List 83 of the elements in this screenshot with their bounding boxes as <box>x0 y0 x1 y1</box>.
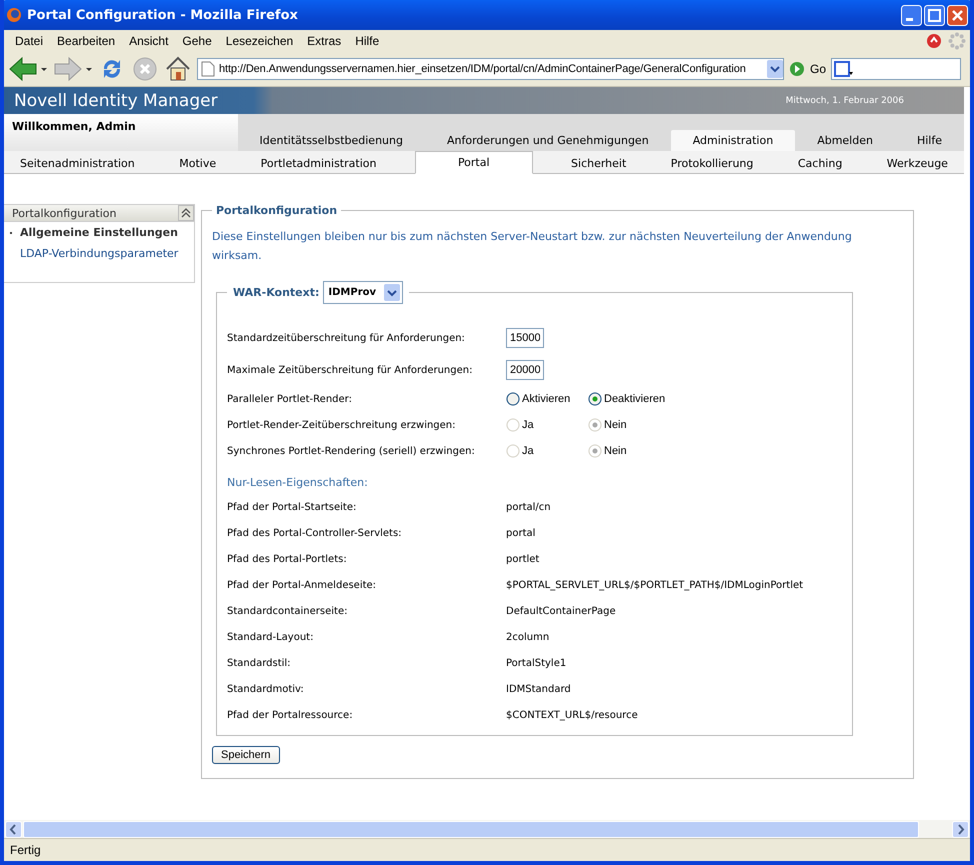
radio-label: Ja <box>522 419 534 431</box>
text-input[interactable]: 20000 <box>506 360 544 380</box>
go-button[interactable]: Go <box>810 62 826 76</box>
back-arrow-icon[interactable] <box>8 55 48 83</box>
menu-item[interactable]: Bearbeiten <box>50 34 122 48</box>
menu-item[interactable]: Lesezeichen <box>218 34 300 48</box>
sidebar-link[interactable]: Allgemeine Einstellungen <box>4 222 194 243</box>
home-icon[interactable] <box>164 55 192 83</box>
radio-button[interactable] <box>588 392 602 406</box>
property-label: Pfad des Portal-Portlets: <box>227 553 348 567</box>
property-label: Pfad des Portal-Controller-Servlets: <box>227 527 403 541</box>
property-label: Standard-Layout: <box>227 631 314 645</box>
property-value: DefaultContainerPage <box>506 605 617 619</box>
sub-tab[interactable]: Protokollierung <box>664 154 760 173</box>
minimize-button[interactable] <box>901 4 922 26</box>
text-input[interactable]: 15000 <box>506 328 544 348</box>
nav-tab[interactable]: Administration <box>670 130 796 151</box>
field-label: Maximale Zeitüberschreitung für Anforderungen: <box>227 364 474 376</box>
date-label: Mittwoch, 1. Februar 2006 <box>786 96 904 106</box>
field-label: Synchrones Portlet-Rendering (seriell) erzwingen: <box>227 446 476 456</box>
property-value: portal <box>506 527 536 541</box>
product-title: Novell Identity Manager <box>14 90 218 110</box>
property-value: $PORTAL_SERVLET_URL$/$PORTLET_PATH$/IDMLoginPortlet <box>506 579 804 593</box>
property-label: Standardstil: <box>227 657 292 671</box>
sub-tab[interactable]: Portletadministration <box>254 154 382 173</box>
property-value: portlet <box>506 553 540 567</box>
scroll-left-button[interactable] <box>5 820 22 838</box>
sidebar-title: Portalkonfiguration <box>12 206 116 220</box>
menu-item[interactable]: Extras <box>300 34 348 48</box>
collapse-icon[interactable] <box>178 205 194 221</box>
go-icon[interactable] <box>789 61 805 77</box>
section-heading: Nur-Lesen-Eigenschaften: <box>227 476 369 489</box>
address-field[interactable]: http://Den.Anwendungsservernamen.hier_einsetzen/IDM/portal/cn/AdminContainerPage/GeneralConfiguration <box>197 58 784 80</box>
property-value: portal/cn <box>506 501 552 515</box>
scroll-right-button[interactable] <box>952 820 969 838</box>
welcome-text: Willkommen, Admin <box>11 119 137 135</box>
property-value: $CONTEXT_URL$/resource <box>506 709 639 723</box>
radio-button[interactable] <box>506 392 520 406</box>
sub-tab[interactable]: Caching <box>792 154 848 173</box>
property-value: PortalStyle1 <box>506 657 568 671</box>
menu-item[interactable]: Datei <box>8 34 50 48</box>
context-select[interactable]: IDMProv <box>323 281 404 304</box>
alert-icon <box>926 33 942 49</box>
scrollbar-thumb[interactable] <box>23 820 919 838</box>
radio-label: Deaktivieren <box>604 393 666 405</box>
property-label: Pfad der Portal-Startseite: <box>227 501 358 515</box>
context-label: WAR-Kontext: <box>233 286 320 299</box>
save-button[interactable]: Speichern <box>212 746 280 764</box>
window-title: Portal Configuration - Mozilla Firefox <box>27 8 299 22</box>
field-label: Standardzeitüberschreitung für Anforderungen: <box>227 332 466 344</box>
sub-tab[interactable]: Portal <box>414 151 533 174</box>
close-button[interactable] <box>947 4 968 26</box>
radio-label: Nein <box>604 419 627 431</box>
radio-label: Nein <box>604 445 627 457</box>
field-label: Portlet-Render-Zeitüberschreitung erzwingen: <box>227 420 457 430</box>
notice-text: Diese Einstellungen bleiben nur bis zum nächsten Server-Neustart bzw. zur nächsten Neuverteilung der Anwendung wirksam. <box>212 229 853 264</box>
property-value: IDMStandard <box>506 683 572 697</box>
sub-tab[interactable]: Werkzeuge <box>880 154 954 173</box>
maximize-button[interactable] <box>924 4 945 26</box>
panel-title: Portalkonfiguration <box>215 204 338 217</box>
field-label: Paralleler Portlet-Render: <box>227 394 353 404</box>
property-label: Pfad der Portal-Anmeldeseite: <box>227 579 378 593</box>
search-field[interactable] <box>831 58 962 80</box>
menu-item[interactable]: Gehe <box>175 34 219 48</box>
menu-item[interactable]: Ansicht <box>122 34 176 48</box>
property-value: 2column <box>506 631 550 645</box>
radio-label: Ja <box>522 445 534 457</box>
nav-tab[interactable]: Hilfe <box>894 130 964 151</box>
page-icon <box>201 61 215 77</box>
property-label: Pfad der Portalressource: <box>227 709 354 723</box>
menu-item[interactable]: Hilfe <box>348 34 386 48</box>
property-label: Standardmotiv: <box>227 683 305 697</box>
radio-label: Aktivieren <box>522 393 570 405</box>
throbber-icon <box>948 32 966 50</box>
nav-tab[interactable]: Anforderungen und Genehmigungen <box>424 130 671 151</box>
nav-tab[interactable]: Identitätsselbstbedienung <box>238 130 425 151</box>
sub-tab[interactable]: Sicherheit <box>565 154 632 173</box>
property-label: Standardcontainerseite: <box>227 605 348 619</box>
status-text: Fertig <box>10 843 41 857</box>
nav-tab[interactable]: Abmelden <box>795 130 895 151</box>
sidebar-link[interactable]: LDAP-Verbindungsparameter <box>4 243 194 264</box>
sub-tab[interactable]: Motive <box>173 154 222 173</box>
sub-tab[interactable]: Seitenadministration <box>14 154 141 173</box>
